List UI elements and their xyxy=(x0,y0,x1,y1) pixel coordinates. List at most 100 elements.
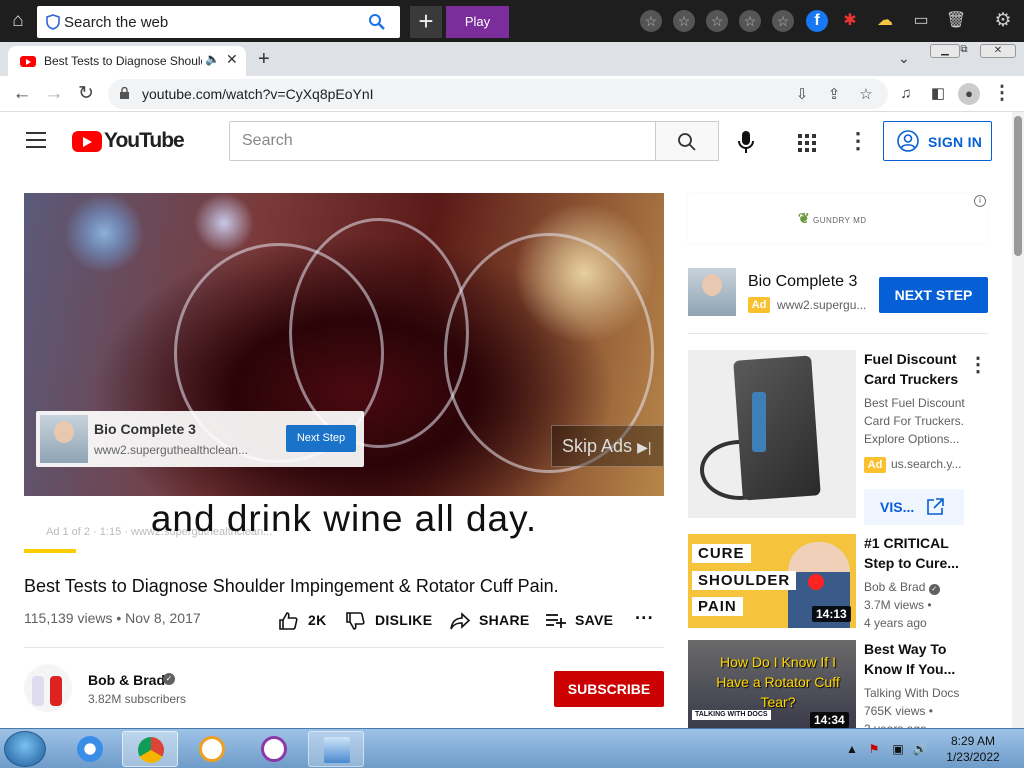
install-icon[interactable]: ⇩ xyxy=(792,85,812,105)
network-icon[interactable]: ▣ xyxy=(890,741,906,757)
video-caption: and drink wine all day. xyxy=(150,498,538,539)
browser-menu-icon[interactable]: ⋮ xyxy=(990,82,1014,106)
video-thumbnail[interactable]: How Do I Know If I Have a Rotator Cuff T… xyxy=(688,640,856,730)
youtube-search-input[interactable] xyxy=(229,121,656,161)
dislike-button[interactable]: DISLIKE xyxy=(345,612,433,631)
info-icon[interactable]: i xyxy=(974,195,986,207)
taskbar-app[interactable] xyxy=(246,731,302,767)
reload-icon[interactable]: ↻ xyxy=(74,82,98,106)
volume-icon[interactable]: 🔊 xyxy=(912,741,928,757)
visit-site-button[interactable]: VIS... xyxy=(864,489,964,525)
star-icon[interactable]: ☆ xyxy=(739,10,761,32)
video-channel[interactable]: Bob & Brad ✓ xyxy=(864,578,940,596)
promo-thumbnail[interactable] xyxy=(688,350,856,518)
speaker-icon[interactable]: 🔈 xyxy=(205,52,220,66)
url-text[interactable]: youtube.com/watch?v=CyXq8pEoYnI xyxy=(142,86,374,102)
overlay-ad-card[interactable]: Bio Complete 3 www2.superguthealthclean.… xyxy=(36,411,364,467)
apps-grid-icon[interactable] xyxy=(798,134,816,152)
star-icon[interactable]: ☆ xyxy=(673,10,695,32)
video-title[interactable]: Best Way To xyxy=(864,639,946,659)
home-icon[interactable]: ⌂ xyxy=(4,8,32,34)
share-page-icon[interactable]: ⇪ xyxy=(824,85,844,105)
video-title[interactable]: Step to Cure... xyxy=(864,553,959,573)
hamburger-menu-icon[interactable] xyxy=(26,132,46,148)
taskbar-control-panel[interactable] xyxy=(308,731,364,767)
profile-icon[interactable]: ● xyxy=(958,83,980,105)
play-button[interactable]: Play xyxy=(446,6,509,38)
share-button[interactable]: SHARE xyxy=(449,612,530,630)
taskbar-internet-explorer[interactable] xyxy=(62,731,118,767)
sidebar-ad-url: www2.supergu... xyxy=(777,298,867,312)
ladybug-icon[interactable]: ✱ xyxy=(839,10,861,32)
add-icon[interactable]: + xyxy=(410,6,442,38)
chevron-down-icon[interactable]: ⌄ xyxy=(898,50,910,67)
channel-name[interactable]: Bob & Brad xyxy=(88,672,165,688)
forward-icon[interactable]: → xyxy=(42,82,66,106)
video-duration: 14:13 xyxy=(812,606,851,622)
sidebar-ad-name[interactable]: Bio Complete 3 xyxy=(748,273,857,291)
clock-time[interactable]: 8:29 AM xyxy=(938,734,1008,748)
channel-avatar[interactable] xyxy=(24,664,72,712)
web-search-input[interactable] xyxy=(64,11,364,33)
settings-menu-icon[interactable]: ⋮ xyxy=(847,128,869,154)
youtube-search-button[interactable] xyxy=(655,121,719,161)
folder-icon[interactable]: ▭ xyxy=(910,10,932,32)
start-button[interactable] xyxy=(4,731,46,767)
star-icon[interactable]: ☆ xyxy=(706,10,728,32)
video-views: 765K views • xyxy=(864,704,933,718)
like-button[interactable]: 2K xyxy=(278,612,327,631)
ad-progress-bar[interactable] xyxy=(24,549,76,553)
next-step-button[interactable]: Next Step xyxy=(286,425,356,452)
promo-title[interactable]: Fuel Discount xyxy=(864,349,957,369)
sign-in-button[interactable]: SIGN IN xyxy=(883,121,992,161)
trash-icon[interactable]: 🗑 xyxy=(945,10,967,32)
tab-youtube[interactable]: Best Tests to Diagnose Shoulder Impingem… xyxy=(8,46,246,76)
omnibox[interactable]: youtube.com/watch?v=CyXq8pEoYnI ⇩ ⇪ ☆ xyxy=(108,79,888,109)
page-scrollbar[interactable] xyxy=(1012,112,1024,728)
facebook-icon[interactable]: f xyxy=(806,10,828,32)
close-window-icon[interactable]: ✕ xyxy=(980,44,1016,58)
video-thumbnail[interactable]: CURE SHOULDER PAIN 14:13 xyxy=(688,534,856,628)
video-title[interactable]: Know If You... xyxy=(864,659,955,679)
new-tab-icon[interactable]: + xyxy=(258,48,270,71)
next-step-button[interactable]: NEXT STEP xyxy=(879,277,988,313)
skip-ads-button[interactable]: Skip Ads ▶| xyxy=(551,425,664,467)
back-icon[interactable]: ← xyxy=(10,82,34,106)
subscribe-button[interactable]: SUBSCRIBE xyxy=(554,671,664,707)
sidebar-ad-thumbnail[interactable] xyxy=(688,268,736,316)
dislike-label: DISLIKE xyxy=(375,612,433,628)
microphone-icon[interactable] xyxy=(736,130,756,154)
web-search-box[interactable] xyxy=(37,6,400,38)
close-tab-icon[interactable]: ✕ xyxy=(226,51,238,68)
save-button[interactable]: SAVE xyxy=(545,612,613,630)
taskbar-chrome[interactable] xyxy=(122,731,178,767)
sign-in-label: SIGN IN xyxy=(928,134,983,150)
clock-date[interactable]: 1/23/2022 xyxy=(938,750,1008,764)
youtube-logo-icon[interactable] xyxy=(72,131,102,152)
action-center-icon[interactable]: ⚑ xyxy=(866,741,882,757)
video-channel[interactable]: Talking With Docs xyxy=(864,684,959,702)
scrollbar-thumb[interactable] xyxy=(1014,116,1022,256)
search-icon[interactable] xyxy=(368,13,386,31)
visit-label: VIS... xyxy=(880,499,915,515)
windows-taskbar: ▲ ⚑ ▣ 🔊 8:29 AM 1/23/2022 xyxy=(0,728,1024,768)
banner-ad[interactable]: ❦ GUNDRY MD i xyxy=(688,193,988,243)
more-actions-icon[interactable]: ··· xyxy=(635,608,654,629)
tray-expand-icon[interactable]: ▲ xyxy=(844,741,860,757)
bookmark-star-icon[interactable]: ☆ xyxy=(856,85,876,105)
restore-icon[interactable]: ⧉ xyxy=(950,44,978,58)
more-options-icon[interactable]: ⋮ xyxy=(968,352,988,377)
video-title[interactable]: #1 CRITICAL xyxy=(864,533,949,553)
star-icon[interactable]: ☆ xyxy=(772,10,794,32)
media-control-icon[interactable]: ♫ xyxy=(894,82,918,106)
youtube-wordmark[interactable]: YouTube xyxy=(104,129,185,153)
taskbar-clock-app[interactable] xyxy=(184,731,240,767)
weather-icon[interactable]: ☁ xyxy=(874,10,896,32)
gear-icon[interactable]: ⚙ xyxy=(992,10,1014,32)
promo-title[interactable]: Card Truckers xyxy=(864,369,958,389)
skip-ads-label: Skip Ads xyxy=(562,436,633,456)
search-icon xyxy=(678,133,696,151)
side-panel-icon[interactable]: ◧ xyxy=(926,82,950,106)
star-icon[interactable]: ☆ xyxy=(640,10,662,32)
video-player[interactable]: Ad 1 of 2 · 1:15 · www2.superguthealthcl… xyxy=(24,193,664,553)
